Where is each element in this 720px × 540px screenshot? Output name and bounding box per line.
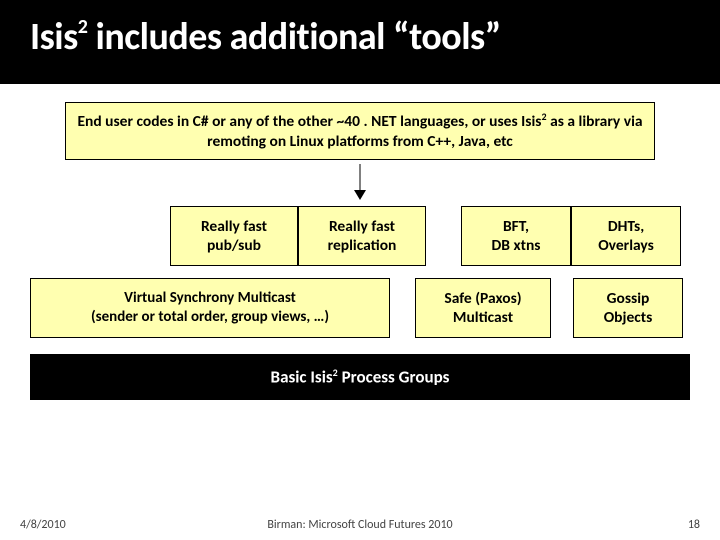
replication-line1: Really fast	[329, 217, 395, 236]
end-user-text-a: End user codes in C# or any of the other…	[77, 112, 541, 131]
pubsub-line2: pub/sub	[207, 236, 261, 255]
tools-row: Really fastpub/sub Really fastreplicatio…	[30, 206, 690, 266]
paxos-box: Safe (Paxos)Multicast	[415, 278, 551, 338]
footer-page: 18	[688, 518, 700, 532]
footer-date: 4/8/2010	[20, 518, 66, 532]
slide: Isis2 includes additional “tools” End us…	[0, 0, 720, 540]
pubsub-box: Really fastpub/sub	[170, 206, 298, 266]
vsync-line1: Virtual Synchrony Multicast	[124, 289, 296, 307]
gap	[390, 278, 415, 338]
footer-center: Birman: Microsoft Cloud Futures 2010	[267, 518, 452, 532]
arrow-down-icon	[350, 164, 370, 200]
pubsub-line1: Really fast	[201, 217, 267, 236]
process-groups-a: Basic Isis	[271, 367, 333, 388]
process-groups-band: Basic Isis2 Process Groups	[30, 354, 690, 400]
process-groups-b: Process Groups	[338, 367, 450, 388]
slide-title: Isis2 includes additional “tools”	[30, 14, 690, 60]
bft-box: BFT,DB xtns	[461, 206, 571, 266]
gap	[426, 206, 461, 266]
spacer	[30, 206, 170, 266]
title-suffix: includes additional “tools”	[87, 14, 500, 60]
dht-box: DHTs,Overlays	[571, 206, 681, 266]
dht-line2: Overlays	[598, 236, 654, 255]
replication-box: Really fastreplication	[298, 206, 426, 266]
gossip-line1: Gossip	[607, 289, 650, 308]
footer: 4/8/2010 Birman: Microsoft Cloud Futures…	[0, 518, 720, 532]
title-prefix: Isis	[30, 14, 78, 60]
end-user-box: End user codes in C# or any of the other…	[65, 102, 655, 160]
gossip-line2: Objects	[604, 308, 653, 327]
title-band: Isis2 includes additional “tools”	[0, 0, 720, 84]
title-superscript: 2	[78, 15, 88, 39]
gap	[551, 278, 573, 338]
replication-line2: replication	[328, 236, 397, 255]
multicast-row: Virtual Synchrony Multicast(sender or to…	[30, 278, 690, 338]
vsync-line2: (sender or total order, group views, …)	[91, 308, 329, 326]
paxos-line1: Safe (Paxos)	[444, 289, 521, 308]
bft-line2: DB xtns	[492, 236, 541, 255]
bft-line1: BFT,	[503, 217, 529, 236]
arrow-down	[30, 164, 690, 200]
dht-line1: DHTs,	[608, 217, 644, 236]
paxos-line2: Multicast	[453, 308, 513, 327]
vsync-box: Virtual Synchrony Multicast(sender or to…	[30, 278, 390, 338]
process-groups-label: Basic Isis2 Process Groups	[271, 366, 450, 388]
gossip-box: GossipObjects	[573, 278, 683, 338]
content-area: End user codes in C# or any of the other…	[0, 84, 720, 540]
